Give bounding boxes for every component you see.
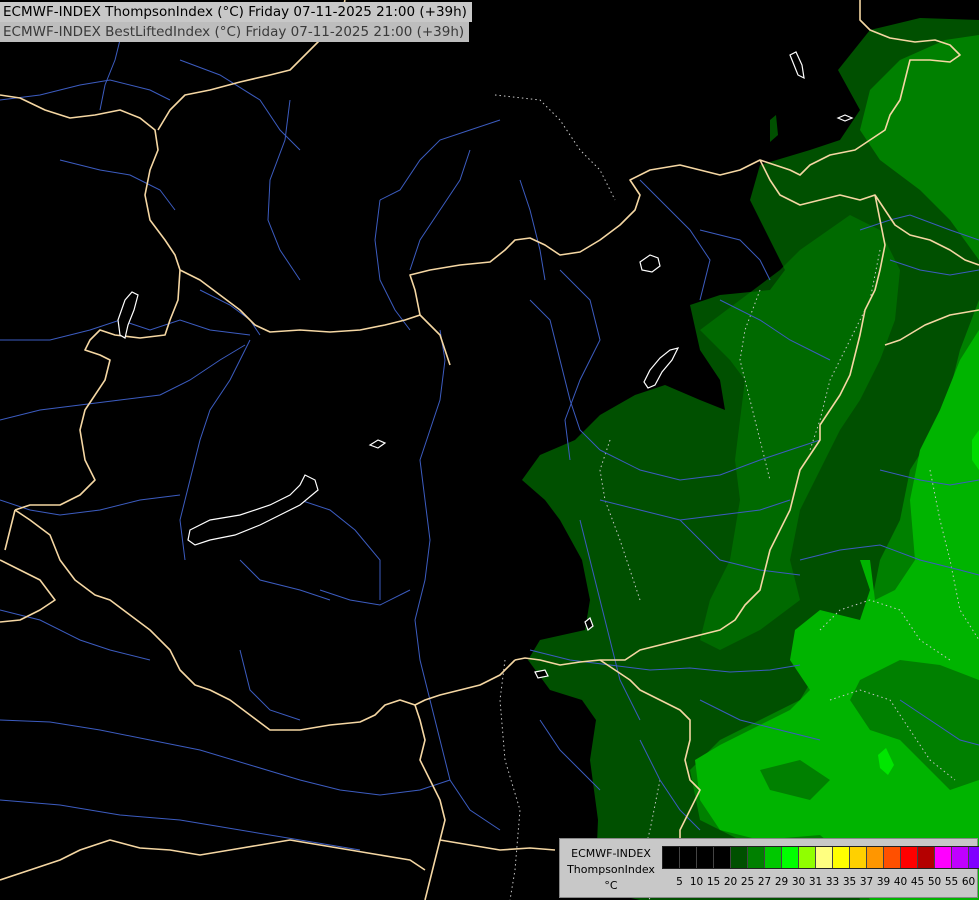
legend-parameter: ThompsonIndex bbox=[567, 863, 655, 876]
legend-tick-label: 27 bbox=[757, 876, 772, 888]
legend-tick-label: 33 bbox=[825, 876, 840, 888]
legend-tick-label: 25 bbox=[740, 876, 755, 888]
legend-tick-label: 50 bbox=[927, 876, 942, 888]
map-title-best-lifted-index: ECMWF-INDEX BestLiftedIndex (°C) Friday … bbox=[0, 22, 470, 42]
legend-tick-label: 45 bbox=[910, 876, 925, 888]
legend-tick-label: 5 bbox=[676, 876, 683, 888]
legend-tick-label: 39 bbox=[876, 876, 891, 888]
legend-unit: °C bbox=[604, 879, 618, 892]
legend-swatch bbox=[867, 847, 884, 868]
legend-model: ECMWF-INDEX bbox=[571, 847, 651, 860]
legend-swatch bbox=[697, 847, 714, 868]
legend-swatch bbox=[663, 847, 680, 868]
legend-swatch bbox=[884, 847, 901, 868]
legend-swatch bbox=[918, 847, 935, 868]
legend-swatch bbox=[731, 847, 748, 868]
legend-tick-label: 20 bbox=[723, 876, 738, 888]
legend-tick-label: 60 bbox=[961, 876, 976, 888]
legend-tick-label: 15 bbox=[706, 876, 721, 888]
legend-tick-label: 30 bbox=[791, 876, 806, 888]
legend-swatch bbox=[850, 847, 867, 868]
map-title-thompson-index: ECMWF-INDEX ThompsonIndex (°C) Friday 07… bbox=[0, 2, 472, 22]
legend-tick-label: 37 bbox=[859, 876, 874, 888]
legend-color-scale bbox=[662, 846, 979, 869]
legend-swatch bbox=[714, 847, 731, 868]
legend-swatch bbox=[765, 847, 782, 868]
legend-swatch bbox=[935, 847, 952, 868]
legend-tick-labels: 5 10 15 20 25 27 29 30 31 33 35 37 39 40 45 50 55 60 bbox=[662, 876, 976, 890]
weather-map bbox=[0, 0, 979, 900]
legend-tick-label: 29 bbox=[774, 876, 789, 888]
legend-tick-label: 31 bbox=[808, 876, 823, 888]
legend-swatch bbox=[833, 847, 850, 868]
legend-tick-label: 55 bbox=[944, 876, 959, 888]
legend-swatch bbox=[952, 847, 969, 868]
legend-swatch bbox=[901, 847, 918, 868]
legend-tick-label: 40 bbox=[893, 876, 908, 888]
legend-swatch bbox=[748, 847, 765, 868]
legend-swatch bbox=[782, 847, 799, 868]
legend-swatch bbox=[969, 847, 979, 868]
legend-tick-label: 35 bbox=[842, 876, 857, 888]
legend-swatch bbox=[816, 847, 833, 868]
legend-tick-label: 10 bbox=[689, 876, 704, 888]
legend-swatch bbox=[799, 847, 816, 868]
legend-swatch bbox=[680, 847, 697, 868]
color-legend: ECMWF-INDEX ThompsonIndex °C 5 10 15 20 25 27… bbox=[559, 838, 979, 898]
